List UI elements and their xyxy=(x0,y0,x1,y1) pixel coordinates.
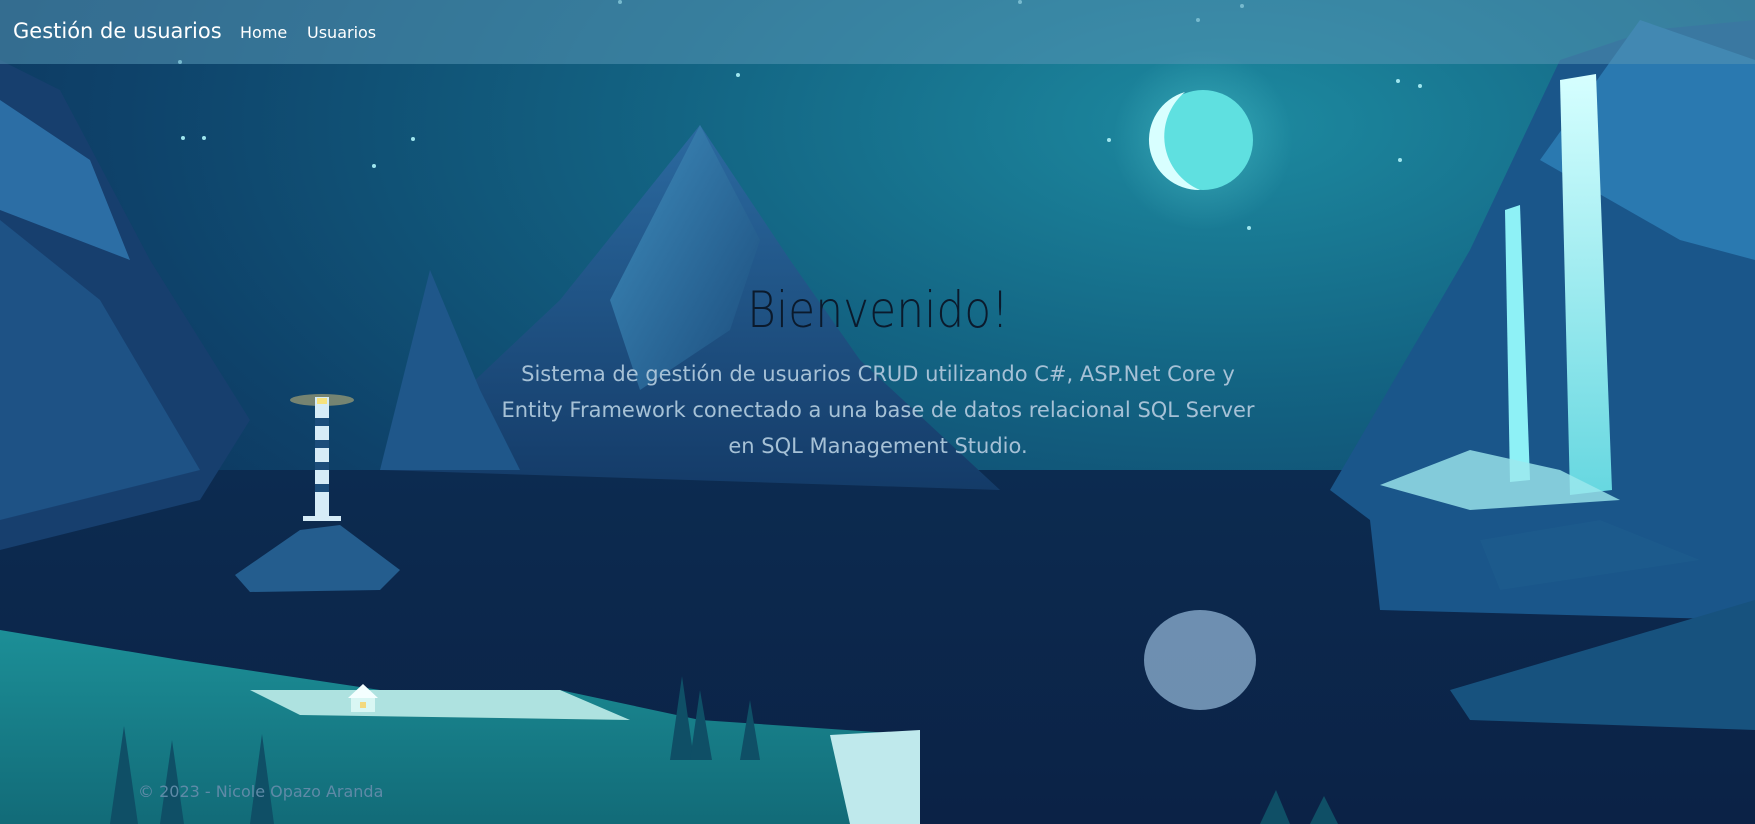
moon-reflection xyxy=(1144,610,1256,710)
navbar-brand[interactable]: Gestión de usuarios xyxy=(13,19,222,43)
nav-link-usuarios[interactable]: Usuarios xyxy=(307,23,376,42)
nav-link-home[interactable]: Home xyxy=(240,23,287,42)
navbar: Gestión de usuarios Home Usuarios xyxy=(0,0,1755,64)
hero-description: Sistema de gestión de usuarios CRUD util… xyxy=(501,362,1255,458)
footer-text: © 2023 - Nicole Opazo Aranda xyxy=(138,782,384,801)
moon xyxy=(1113,50,1293,230)
footer: © 2023 - Nicole Opazo Aranda xyxy=(138,782,383,801)
hero: Bienvenido! Sistema de gestión de usuari… xyxy=(478,280,1278,464)
page-title: Bienvenido! xyxy=(747,281,1009,339)
